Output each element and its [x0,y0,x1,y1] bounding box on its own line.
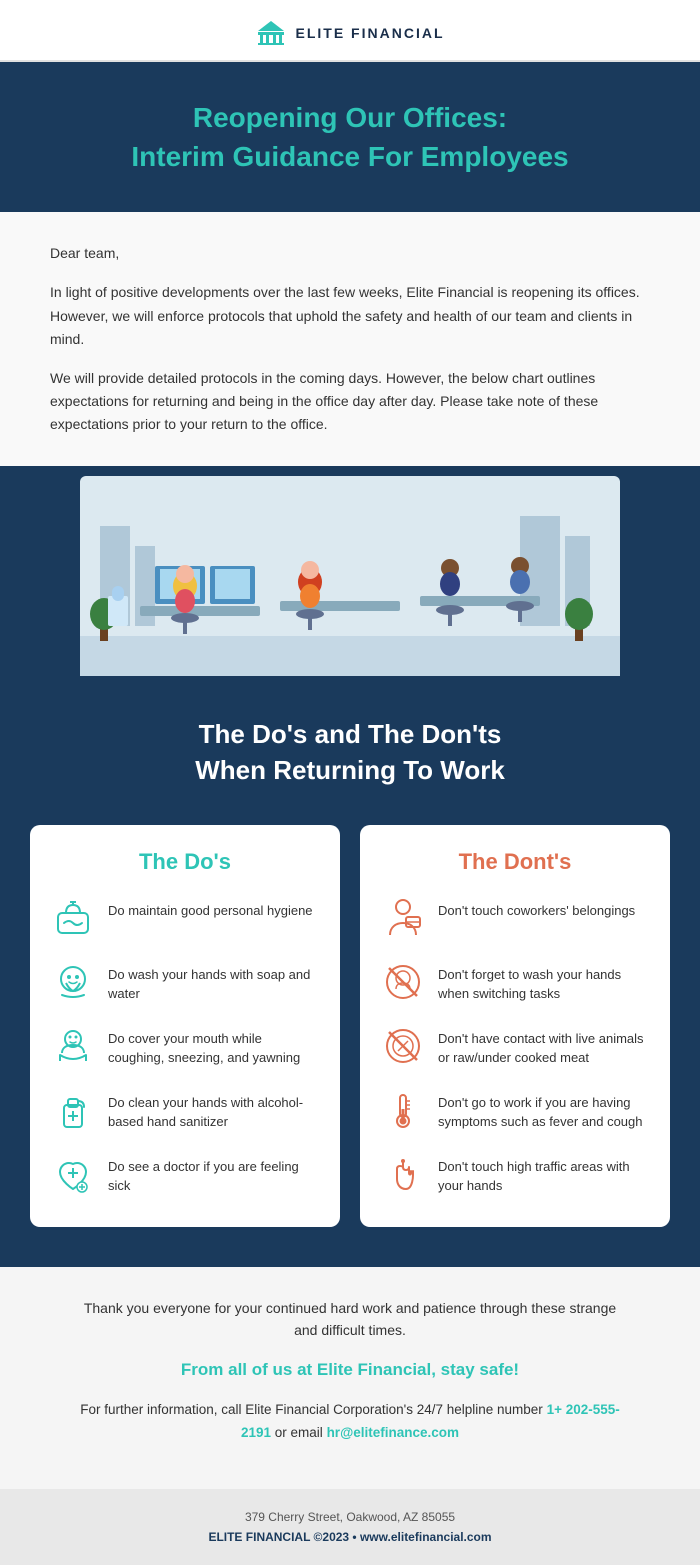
brand-footer: ELITE FINANCIAL ©2023 • www.elitefinanci… [40,1527,660,1547]
office-illustration [0,466,700,686]
section-title: The Do's and The Don'ts When Returning T… [0,686,700,825]
tagline: From all of us at Elite Financial, stay … [80,1356,620,1383]
bank-icon [256,18,286,48]
dos-item-4: Do clean your hands with alcohol-based h… [50,1087,320,1133]
dos-item-2-text: Do wash your hands with soap and water [108,959,320,1004]
company-name: ELITE FINANCIAL [296,25,445,41]
donts-item-2: Don't forget to wash your hands when swi… [380,959,650,1005]
body-section: Dear team, In light of positive developm… [0,212,700,466]
paragraph1: In light of positive developments over t… [50,281,650,350]
dos-item-5: Do see a doctor if you are feeling sick [50,1151,320,1197]
page-header: ELITE FINANCIAL [0,0,700,62]
no-touch-icon [380,1151,426,1197]
dos-item-1: Do maintain good personal hygiene [50,895,320,941]
greeting: Dear team, [50,242,650,265]
hero-section: Reopening Our Offices: Interim Guidance … [0,62,700,212]
handwash-icon [50,959,96,1005]
dos-item-1-text: Do maintain good personal hygiene [108,895,313,921]
dos-item-3-text: Do cover your mouth while coughing, snee… [108,1023,320,1068]
dos-item-3: Do cover your mouth while coughing, snee… [50,1023,320,1069]
contact-info: For further information, call Elite Fina… [80,1399,620,1445]
thank-you-text: Thank you everyone for your continued ha… [80,1297,620,1342]
dos-item-2: Do wash your hands with soap and water [50,959,320,1005]
donts-item-1: Don't touch coworkers' belongings [380,895,650,941]
donts-item-2-text: Don't forget to wash your hands when swi… [438,959,650,1004]
dos-card-title: The Do's [50,849,320,875]
mouth-cover-icon [50,1023,96,1069]
donts-item-1-text: Don't touch coworkers' belongings [438,895,635,921]
section-heading: The Do's and The Don'ts When Returning T… [40,716,660,789]
dos-item-5-text: Do see a doctor if you are feeling sick [108,1151,320,1196]
no-handwash-icon [380,959,426,1005]
hygiene-icon [50,895,96,941]
footer-message: Thank you everyone for your continued ha… [0,1267,700,1489]
dos-item-4-text: Do clean your hands with alcohol-based h… [108,1087,320,1132]
donts-item-5-text: Don't touch high traffic areas with your… [438,1151,650,1196]
dos-card: The Do's Do maintain good personal hygie… [30,825,340,1227]
email-link[interactable]: hr@elitefinance.com [327,1425,459,1440]
donts-item-4: Don't go to work if you are having sympt… [380,1087,650,1133]
hero-title: Reopening Our Offices: Interim Guidance … [60,98,640,176]
bottom-footer: 379 Cherry Street, Oakwood, AZ 85055 ELI… [0,1489,700,1565]
donts-card: The Dont's Don't touch coworkers' belong… [360,825,670,1227]
sanitizer-icon [50,1087,96,1133]
donts-item-3-text: Don't have contact with live animals or … [438,1023,650,1068]
donts-item-5: Don't touch high traffic areas with your… [380,1151,650,1197]
no-meat-icon [380,1023,426,1069]
paragraph2: We will provide detailed protocols in th… [50,367,650,436]
address: 379 Cherry Street, Oakwood, AZ 85055 [40,1507,660,1527]
doctor-icon [50,1151,96,1197]
donts-item-3: Don't have contact with live animals or … [380,1023,650,1069]
donts-item-4-text: Don't go to work if you are having sympt… [438,1087,650,1132]
belongings-icon [380,895,426,941]
cards-container: The Do's Do maintain good personal hygie… [0,825,700,1267]
donts-card-title: The Dont's [380,849,650,875]
thermometer-icon [380,1087,426,1133]
